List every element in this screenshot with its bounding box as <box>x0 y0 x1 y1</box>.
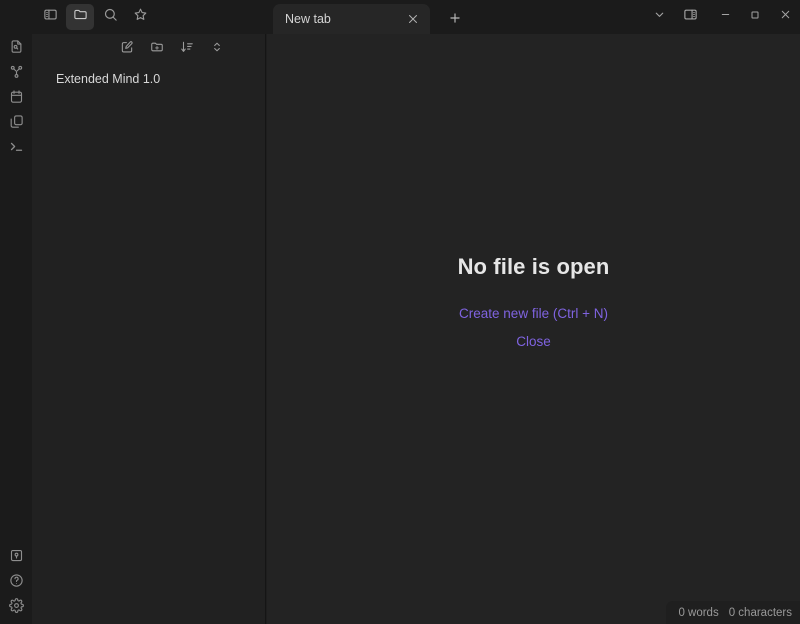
left-ribbon <box>0 0 32 624</box>
close-icon <box>779 8 792 26</box>
empty-state-title: No file is open <box>457 254 610 279</box>
status-word-count[interactable]: 0 words <box>678 607 718 619</box>
sidebar-left-icon <box>43 7 58 27</box>
maximize-button[interactable] <box>740 4 770 30</box>
list-item[interactable]: Extended Mind 1.0 <box>38 68 259 90</box>
file-item-label: Extended Mind 1.0 <box>56 72 161 86</box>
new-tab-button[interactable] <box>444 7 466 29</box>
empty-state: No file is open Create new file (Ctrl + … <box>267 34 800 624</box>
minimize-icon <box>719 8 732 26</box>
pencil-square-icon <box>120 40 134 59</box>
search-button[interactable] <box>96 4 124 30</box>
toggle-right-sidebar-button[interactable] <box>674 4 706 30</box>
tab-title: New tab <box>285 12 331 26</box>
main-content-area: No file is open Create new file (Ctrl + … <box>267 34 800 624</box>
tab-list-dropdown-button[interactable] <box>644 4 674 30</box>
ribbon-item-calendar[interactable] <box>3 84 29 109</box>
new-folder-button[interactable] <box>147 39 167 59</box>
ribbon-item-help[interactable] <box>3 568 29 593</box>
ribbon-bottom-group <box>0 543 32 618</box>
settings-gear-icon <box>8 598 24 613</box>
folder-icon <box>73 7 88 27</box>
collapse-expand-button[interactable] <box>207 39 227 59</box>
help-icon <box>9 573 24 588</box>
ribbon-item-quick-switcher[interactable] <box>3 34 29 59</box>
vault-icon <box>9 548 24 563</box>
ribbon-icon-group <box>3 34 29 159</box>
ribbon-item-settings[interactable] <box>3 593 29 618</box>
terminal-icon <box>9 139 24 154</box>
copy-files-icon <box>9 114 24 129</box>
ribbon-item-terminal[interactable] <box>3 134 29 159</box>
file-tree: Extended Mind 1.0 <box>32 62 265 90</box>
left-sidebar: Extended Mind 1.0 <box>32 34 266 624</box>
titlebar: New tab <box>32 0 800 34</box>
tab-new-tab[interactable]: New tab <box>273 4 430 34</box>
search-icon <box>103 7 118 27</box>
chevrons-updown-icon <box>210 40 224 59</box>
obsidian-window: New tab Extended Mind 1.0 No file is ope… <box>0 0 800 624</box>
ribbon-item-canvas[interactable] <box>3 109 29 134</box>
maximize-icon <box>749 8 761 26</box>
chevron-down-icon <box>653 8 666 26</box>
file-search-icon <box>9 39 24 54</box>
graph-icon <box>9 64 24 79</box>
star-icon <box>133 7 148 27</box>
ribbon-item-vault[interactable] <box>3 543 29 568</box>
close-button[interactable] <box>770 4 800 30</box>
minimize-button[interactable] <box>710 4 740 30</box>
toggle-left-sidebar-button[interactable] <box>36 4 64 30</box>
sort-order-button[interactable] <box>177 39 197 59</box>
bookmarks-button[interactable] <box>126 4 154 30</box>
explorer-action-bar <box>32 36 265 62</box>
tab-strip: New tab <box>268 0 648 34</box>
sidebar-right-icon <box>683 7 698 27</box>
status-bar: 0 words 0 characters <box>666 601 800 624</box>
sort-icon <box>180 40 194 59</box>
new-note-button[interactable] <box>117 39 137 59</box>
status-character-count[interactable]: 0 characters <box>729 607 792 619</box>
folder-plus-icon <box>150 40 164 59</box>
file-explorer-button[interactable] <box>66 4 94 30</box>
window-controls <box>644 0 800 34</box>
create-new-file-link[interactable]: Create new file (Ctrl + N) <box>459 306 608 321</box>
view-toolbar <box>32 0 154 34</box>
close-pane-link[interactable]: Close <box>516 334 551 349</box>
tab-close-button[interactable] <box>404 10 422 28</box>
calendar-icon <box>9 89 24 104</box>
ribbon-item-graph-view[interactable] <box>3 59 29 84</box>
